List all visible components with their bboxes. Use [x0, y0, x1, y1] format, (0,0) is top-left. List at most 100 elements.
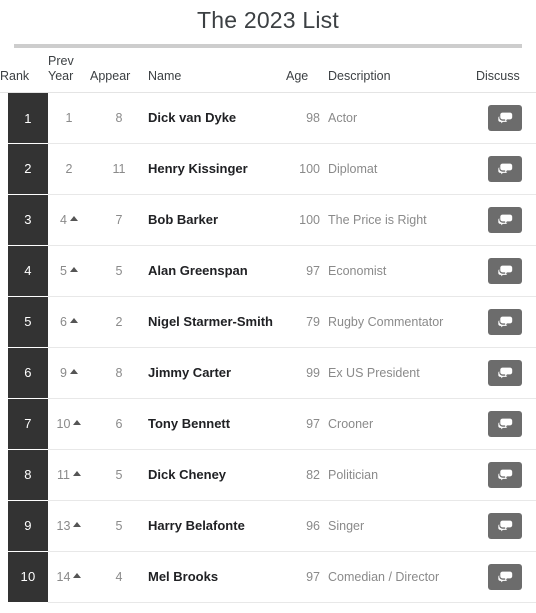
discuss-button[interactable]	[488, 410, 522, 437]
description-cell: Comedian / Director	[328, 551, 476, 603]
table-row: 6 9 8 Jimmy Carter 99 Ex US President	[0, 347, 536, 399]
rank-badge: 7	[8, 398, 48, 449]
speech-bubble-icon	[497, 418, 512, 430]
description-cell: Economist	[328, 245, 476, 297]
discuss-button[interactable]	[488, 461, 522, 488]
appear-cell: 11	[90, 143, 148, 195]
prev-year-value: 11	[57, 467, 70, 482]
appear-cell: 7	[90, 194, 148, 246]
column-header-rank[interactable]: Rank	[0, 53, 48, 93]
prev-year-cell: 2	[48, 143, 90, 195]
column-header-appear[interactable]: Appear	[90, 53, 148, 93]
column-header-age[interactable]: Age	[286, 53, 328, 93]
appear-cell: 8	[90, 347, 148, 399]
rank-badge: 2	[8, 143, 48, 194]
age-cell: 99	[286, 347, 328, 399]
table-row: 1 1 8 Dick van Dyke 98 Actor	[0, 92, 536, 144]
rank-cell: 8	[0, 449, 48, 500]
name-cell: Bob Barker	[148, 194, 286, 246]
arrow-up-icon	[72, 471, 81, 477]
age-cell: 100	[286, 143, 328, 195]
rank-cell: 5	[0, 296, 48, 347]
appear-cell: 6	[90, 398, 148, 450]
rank-badge: 4	[8, 245, 48, 296]
page-title: The 2023 List	[197, 7, 339, 33]
speech-bubble-icon	[497, 571, 512, 583]
table-header-row: Rank Prev Year Appear Name Age Descripti…	[0, 53, 536, 93]
speech-bubble-icon	[497, 520, 512, 532]
prev-year-value-wrap: 6	[60, 315, 78, 329]
prev-year-value: 9	[60, 365, 67, 380]
discuss-button[interactable]	[488, 206, 522, 233]
name-cell: Nigel Starmer-Smith	[148, 296, 286, 348]
discuss-cell	[476, 398, 536, 450]
prev-year-value: 10	[56, 416, 71, 431]
arrow-up-icon	[69, 216, 78, 222]
age-cell: 79	[286, 296, 328, 348]
column-header-description[interactable]: Description	[328, 53, 476, 93]
rank-cell: 3	[0, 194, 48, 245]
table-header: Rank Prev Year Appear Name Age Descripti…	[0, 53, 536, 93]
name-cell: Alan Greenspan	[148, 245, 286, 297]
table-row: 10 14 4 Mel Brooks 97 Comedian / Director	[0, 551, 536, 603]
description-cell: Singer	[328, 500, 476, 552]
discuss-button[interactable]	[488, 512, 522, 539]
column-header-name[interactable]: Name	[148, 53, 286, 93]
speech-bubble-icon	[497, 367, 512, 379]
rank-badge: 3	[8, 194, 48, 245]
arrow-up-icon	[73, 573, 82, 579]
rank-cell: 4	[0, 245, 48, 296]
discuss-button[interactable]	[488, 359, 522, 386]
name-cell: Tony Bennett	[148, 398, 286, 450]
appear-cell: 5	[90, 245, 148, 297]
discuss-button[interactable]	[488, 104, 522, 131]
table-row: 3 4 7 Bob Barker 100 The Price is Right	[0, 194, 536, 246]
rank-cell: 9	[0, 500, 48, 551]
appear-cell: 5	[90, 449, 148, 501]
rank-cell: 7	[0, 398, 48, 449]
prev-year-value: 2	[65, 161, 73, 176]
prev-year-value: 13	[56, 518, 71, 533]
prev-year-value-wrap: 5	[60, 264, 78, 278]
speech-bubble-icon	[497, 265, 512, 277]
speech-bubble-icon	[497, 163, 512, 175]
prev-year-cell: 10	[48, 398, 90, 450]
rank-badge: 6	[8, 347, 48, 398]
table-row: 5 6 2 Nigel Starmer-Smith 79 Rugby Commentato…	[0, 296, 536, 348]
discuss-cell	[476, 296, 536, 348]
prev-year-cell: 6	[48, 296, 90, 348]
speech-bubble-icon	[497, 316, 512, 328]
table-row: 2 2 11 Henry Kissinger 100 Diplomat	[0, 143, 536, 195]
table-row: 8 11 5 Dick Cheney 82 Politician	[0, 449, 536, 501]
prev-year-value-wrap: 4	[60, 213, 78, 227]
prev-year-value-wrap: 1	[66, 111, 73, 125]
discuss-cell	[476, 449, 536, 501]
name-cell: Henry Kissinger	[148, 143, 286, 195]
rank-cell: 2	[0, 143, 48, 194]
title-divider	[14, 43, 522, 48]
prev-year-cell: 4	[48, 194, 90, 246]
column-header-discuss: Discuss	[476, 53, 536, 93]
arrow-up-icon	[69, 267, 78, 273]
discuss-button[interactable]	[488, 563, 522, 590]
appear-cell: 8	[90, 92, 148, 144]
description-cell: Crooner	[328, 398, 476, 450]
discuss-cell	[476, 92, 536, 144]
prev-year-cell: 5	[48, 245, 90, 297]
column-header-prev-year[interactable]: Prev Year	[48, 53, 90, 93]
discuss-cell	[476, 194, 536, 246]
discuss-button[interactable]	[488, 257, 522, 284]
age-cell: 97	[286, 398, 328, 450]
arrow-up-icon	[69, 369, 78, 375]
age-cell: 97	[286, 245, 328, 297]
appear-cell: 4	[90, 551, 148, 603]
prev-year-cell: 9	[48, 347, 90, 399]
name-cell: Harry Belafonte	[148, 500, 286, 552]
prev-year-value: 1	[65, 110, 73, 125]
description-cell: The Price is Right	[328, 194, 476, 246]
description-cell: Ex US President	[328, 347, 476, 399]
discuss-button[interactable]	[488, 308, 522, 335]
rank-badge: 5	[8, 296, 48, 347]
discuss-button[interactable]	[488, 155, 522, 182]
rank-cell: 6	[0, 347, 48, 398]
